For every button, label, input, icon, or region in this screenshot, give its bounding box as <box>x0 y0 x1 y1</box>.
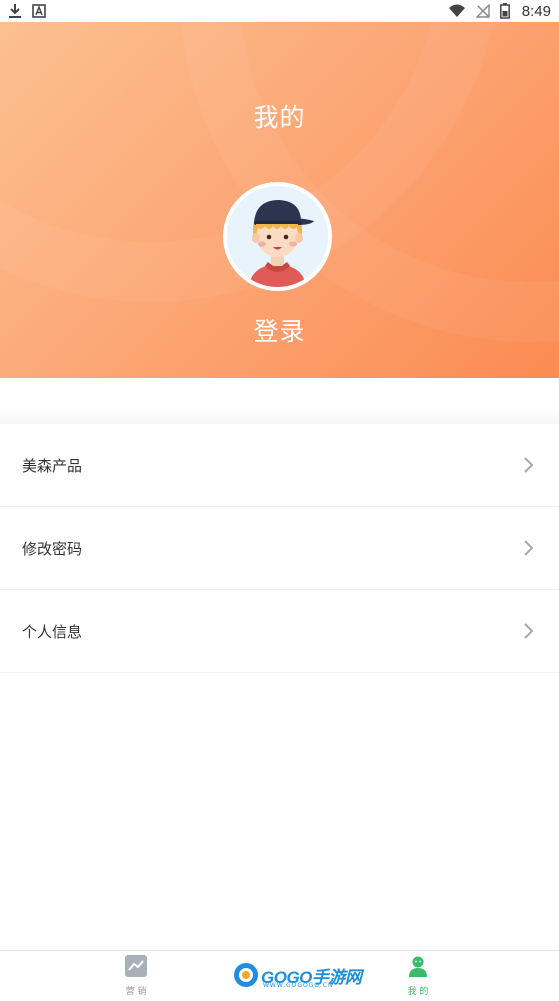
chevron-right-icon <box>521 456 535 474</box>
header-decoration <box>180 22 559 342</box>
user-icon <box>407 955 429 981</box>
status-left <box>8 3 46 19</box>
menu-item-products[interactable]: 美森产品 <box>0 424 559 507</box>
page-title: 我的 <box>253 103 306 132</box>
menu-item-change-password[interactable]: 修改密码 <box>0 507 559 590</box>
a-icon <box>32 4 46 18</box>
status-time: 8:49 <box>521 2 551 20</box>
status-bar: 8:49 <box>0 0 559 22</box>
no-signal-icon <box>475 4 490 18</box>
watermark-logo: GOGO手游网 WWW.GOGOGO.CN <box>233 962 362 989</box>
tab-mine[interactable]: 我 的 <box>388 955 448 999</box>
wifi-icon <box>448 4 466 18</box>
chevron-right-icon <box>521 622 535 640</box>
tab-label: 我 的 <box>407 987 429 997</box>
trend-chart-icon <box>125 955 147 981</box>
menu-item-label: 修改密码 <box>22 539 83 558</box>
menu-item-label: 美森产品 <box>22 456 83 475</box>
status-right: 8:49 <box>448 3 551 20</box>
battery-icon <box>499 3 510 19</box>
bottom-tab-bar: 营 销 GOGO手游网 WWW.GOGOGO.CN 我 的 <box>0 950 559 1001</box>
chevron-right-icon <box>521 539 535 557</box>
avatar[interactable] <box>223 182 332 291</box>
tab-label: 营 销 <box>125 987 147 997</box>
avatar-image <box>227 186 328 287</box>
tab-marketing[interactable]: 营 销 <box>106 955 166 999</box>
profile-header: 我的 登录 <box>0 22 559 378</box>
login-button[interactable]: 登录 <box>0 312 559 348</box>
menu-list: 美森产品 修改密码 个人信息 <box>0 424 559 673</box>
menu-item-label: 个人信息 <box>22 622 83 641</box>
download-icon <box>8 3 22 19</box>
menu-item-personal-info[interactable]: 个人信息 <box>0 590 559 673</box>
user-avatar-icon <box>249 200 314 287</box>
section-divider <box>0 378 559 424</box>
watermark-url: WWW.GOGOGO.CN <box>263 982 334 989</box>
gogo-logo-icon <box>234 963 258 987</box>
